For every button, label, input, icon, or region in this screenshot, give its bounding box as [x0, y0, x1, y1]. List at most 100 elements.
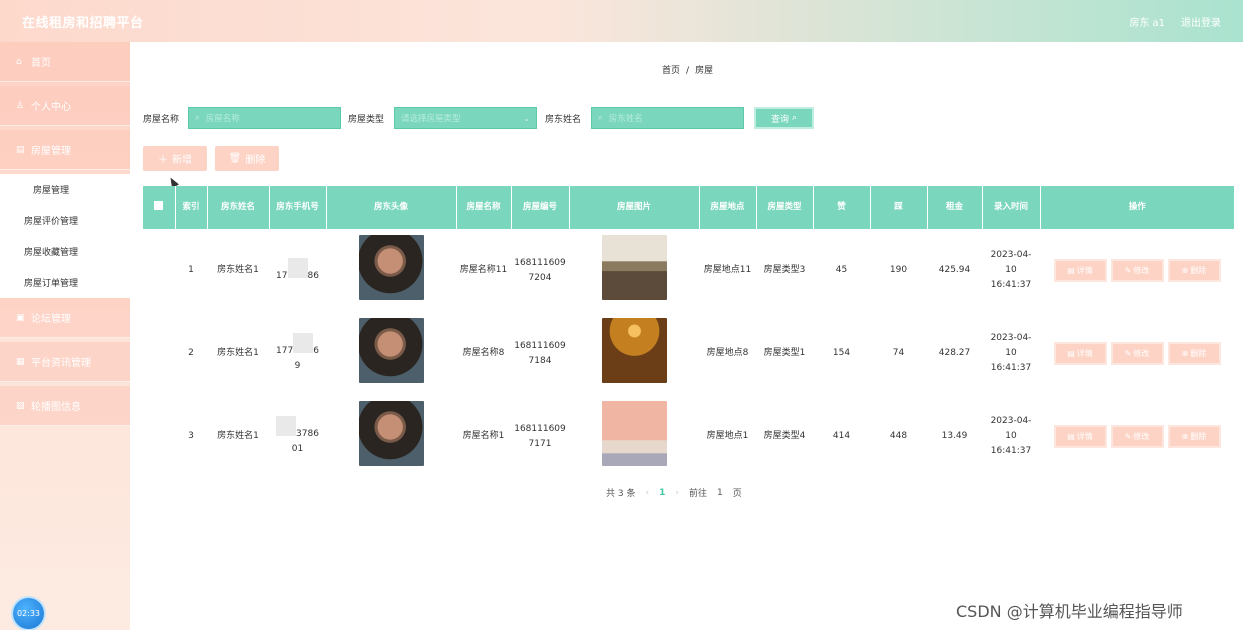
- cell-type: 房屋类型3: [763, 265, 806, 275]
- table-header-row: 索引 房东姓名 房东手机号 房东头像 房屋名称 房屋编号 房屋图片 房屋地点 房…: [143, 186, 1234, 229]
- owner-avatar-image: [358, 401, 424, 466]
- submenu-house-reviews[interactable]: 房屋评价管理: [0, 205, 130, 236]
- detail-button[interactable]: ▤ 详情: [1053, 259, 1107, 282]
- cell-house-image: [569, 229, 699, 312]
- home-icon: ⌂: [16, 56, 22, 67]
- page-number[interactable]: 1: [659, 488, 665, 498]
- edit-button[interactable]: ✎ 修改: [1110, 425, 1164, 448]
- image-icon: ▧: [16, 400, 25, 411]
- cell-index: 3: [188, 431, 194, 441]
- current-user[interactable]: 房东 a1: [1129, 14, 1165, 29]
- sidebar-item-home[interactable]: ⌂ 首页: [0, 42, 130, 82]
- top-header: 在线租房和招聘平台 房东 a1 退出登录: [0, 0, 1243, 42]
- goto-label: 前往: [688, 489, 707, 499]
- detail-button[interactable]: ▤ 详情: [1053, 342, 1107, 365]
- add-button[interactable]: ＋ 新增: [143, 146, 207, 171]
- search-icon: ⌕: [598, 113, 603, 123]
- cell-phone: 177 6 9: [269, 312, 326, 395]
- cell-likes: 414: [832, 431, 851, 441]
- breadcrumb: 首页 / 房屋: [662, 66, 714, 76]
- blurred-region: [293, 333, 314, 353]
- delete-button[interactable]: ⊗ 删除: [1167, 342, 1221, 365]
- col-house-image: 房屋图片: [569, 186, 700, 229]
- table-row[interactable]: 3 房东姓名1 3786 01 房屋名称1 1681116097171 房屋地点1…: [143, 395, 1234, 478]
- pencil-icon: ✎: [1124, 349, 1132, 358]
- select-all-checkbox[interactable]: [154, 200, 164, 210]
- clock-widget[interactable]: 02:33: [13, 598, 44, 629]
- doc-icon: ▤: [1067, 432, 1075, 441]
- cell-house-image: [569, 395, 699, 478]
- owner-name-input[interactable]: ⌕ 房东姓名: [591, 107, 744, 129]
- cell-actions: ▤ 详情 ✎ 修改 ⊗ 删除: [1040, 229, 1234, 312]
- col-index: 索引: [175, 186, 208, 229]
- watermark: CSDN @计算机毕业编程指导师: [956, 602, 1183, 621]
- cell-owner: 房东姓名1: [217, 265, 259, 275]
- goto-page-input[interactable]: 1: [717, 488, 723, 498]
- cell-rent: 425.94: [938, 265, 971, 275]
- sidebar-item-carousel[interactable]: ▧ 轮播图信息: [0, 386, 130, 426]
- breadcrumb-current: 房屋: [695, 66, 714, 76]
- house-type-label: 房屋类型: [348, 115, 385, 125]
- sidebar: ⌂ 首页 ♙ 个人中心 ▤ 房屋管理 房屋管理 房屋评价管理 房屋收藏管理 房屋…: [0, 42, 130, 630]
- cell-time: 2023-04-10 16:41:37: [990, 416, 1032, 456]
- col-house-type: 房屋类型: [756, 186, 814, 229]
- house-name-input[interactable]: ⌕ 房屋名称: [188, 107, 341, 129]
- logout-link[interactable]: 退出登录: [1181, 14, 1221, 29]
- cell-house-name: 房屋名称11: [459, 265, 508, 275]
- next-page-icon[interactable]: ›: [675, 488, 679, 498]
- cell-dislikes: 74: [892, 348, 905, 358]
- col-owner-phone: 房东手机号: [269, 186, 327, 229]
- cell-house-code: 1681116097184: [514, 340, 566, 366]
- cell-dislikes: 448: [889, 431, 908, 441]
- breadcrumb-home[interactable]: 首页: [662, 66, 680, 76]
- col-rent: 租金: [927, 186, 983, 229]
- submenu-house-favorites[interactable]: 房屋收藏管理: [0, 236, 130, 267]
- house-image: [601, 318, 667, 383]
- cell-location: 房屋地点1: [706, 431, 749, 441]
- cell-type: 房屋类型1: [763, 348, 806, 358]
- select-all-header[interactable]: [143, 186, 176, 229]
- cell-likes: 154: [832, 348, 851, 358]
- cell-location: 房屋地点11: [703, 265, 752, 275]
- cell-owner: 房东姓名1: [217, 348, 259, 358]
- query-button[interactable]: 查询 ⌕: [754, 107, 814, 129]
- trash-icon: ⊗: [1181, 266, 1189, 275]
- trash-icon: ⊗: [1181, 432, 1189, 441]
- house-type-select[interactable]: 请选择房屋类型 ⌄: [394, 107, 537, 129]
- submenu-house-orders[interactable]: 房屋订单管理: [0, 267, 130, 298]
- search-bar: 房屋名称 ⌕ 房屋名称 房屋类型 请选择房屋类型 ⌄ 房东姓名 ⌕ 房东姓名 查…: [143, 107, 833, 129]
- delete-button[interactable]: ⊗ 删除: [1167, 425, 1221, 448]
- sidebar-item-forum[interactable]: ▣ 论坛管理: [0, 298, 130, 338]
- chevron-down-icon: ⌄: [523, 113, 530, 123]
- sidebar-item-profile[interactable]: ♙ 个人中心: [0, 86, 130, 126]
- cell-time: 2023-04-10 16:41:37: [990, 333, 1032, 373]
- doc-icon: ▤: [1067, 349, 1075, 358]
- edit-button[interactable]: ✎ 修改: [1110, 259, 1164, 282]
- delete-button[interactable]: ⊗ 删除: [1167, 259, 1221, 282]
- cell-avatar: [326, 312, 456, 395]
- cell-actions: ▤ 详情 ✎ 修改 ⊗ 删除: [1040, 312, 1234, 395]
- cell-phone: 3786 01: [269, 395, 326, 478]
- col-house-name: 房屋名称: [456, 186, 512, 229]
- table-row[interactable]: 1 房东姓名1 17 86 房屋名称11 1681116097204 房屋地点11…: [143, 229, 1234, 312]
- cell-phone: 17 86: [269, 229, 326, 312]
- table-row[interactable]: 2 房东姓名1 177 6 9 房屋名称8 1681116097184 房屋地点8 …: [143, 312, 1234, 395]
- sidebar-item-news[interactable]: ▦ 平台资讯管理: [0, 342, 130, 382]
- owner-avatar-image: [358, 235, 424, 300]
- cell-index: 2: [188, 348, 194, 358]
- cell-avatar: [326, 395, 456, 478]
- detail-button[interactable]: ▤ 详情: [1053, 425, 1107, 448]
- cell-likes: 45: [835, 265, 848, 275]
- edit-button[interactable]: ✎ 修改: [1110, 342, 1164, 365]
- pencil-icon: ✎: [1124, 432, 1132, 441]
- sidebar-item-house-management[interactable]: ▤ 房屋管理: [0, 130, 130, 170]
- search-icon: ⌕: [791, 113, 798, 123]
- submenu-house-list[interactable]: 房屋管理: [0, 174, 130, 205]
- batch-delete-button[interactable]: 🗑 删除: [215, 146, 279, 171]
- cell-actions: ▤ 详情 ✎ 修改 ⊗ 删除: [1040, 395, 1234, 478]
- house-submenu: 房屋管理 房屋评价管理 房屋收藏管理 房屋订单管理: [0, 174, 130, 298]
- prev-page-icon[interactable]: ‹: [645, 488, 649, 498]
- cell-rent: 13.49: [941, 431, 968, 441]
- trash-icon: 🗑: [228, 153, 242, 164]
- forum-icon: ▣: [16, 312, 25, 323]
